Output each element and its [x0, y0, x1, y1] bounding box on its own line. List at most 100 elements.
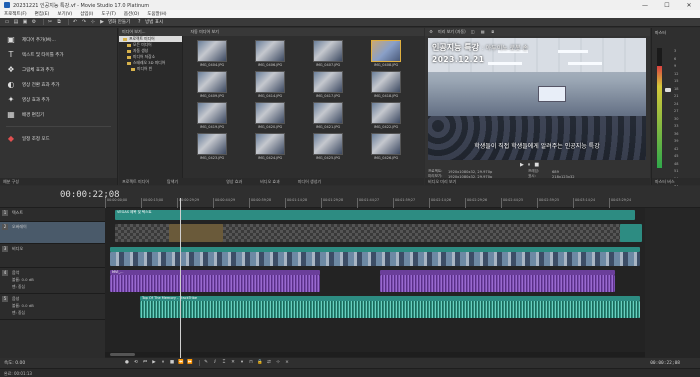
make-movie-button[interactable]: 영화 만들기 [108, 19, 130, 25]
minimize-button[interactable]: — [634, 0, 656, 10]
auto-crossfade-icon[interactable]: ⨯ [284, 360, 290, 366]
add-picture-effect-button[interactable]: ❖ 그림체 효과 추가 [0, 62, 117, 77]
overlay-clip[interactable] [169, 224, 631, 242]
text-clip[interactable]: VEGAS 제목 및 텍스트 [115, 210, 635, 220]
track-header-video[interactable]: 3 비디오 [0, 244, 105, 268]
redo-icon[interactable]: ↷ [81, 19, 87, 25]
add-media-button[interactable]: ▣ 제디어 추가(M)... [0, 32, 117, 47]
media-thumbnail[interactable]: IMG_0423.JPG [189, 133, 235, 164]
add-text-button[interactable]: T 텍스트 및 타이틀 추가 [0, 47, 117, 62]
pause-button[interactable]: ⏸ [528, 162, 531, 168]
snap-toggle-icon[interactable]: ⊹ [275, 360, 281, 366]
pan-control[interactable]: 팬: 중심 [12, 284, 25, 290]
split-screen-icon[interactable]: ◫ [470, 29, 476, 35]
snap-icon[interactable]: ⊹ [90, 19, 96, 25]
media-thumbnail[interactable]: IMG_0426.JPG [363, 133, 409, 164]
play-from-start-icon[interactable]: ⏮ [142, 360, 148, 366]
audio-clip-waveform[interactable] [380, 275, 615, 292]
menu-edit[interactable]: 편집(E) [35, 11, 50, 17]
tab-video-fx[interactable]: 영상 효과 [226, 179, 242, 185]
ripple-icon[interactable]: ⇄ [266, 360, 272, 366]
preview-quality-dropdown[interactable]: 미리 보기 (자동) [438, 29, 466, 35]
stop-icon[interactable]: ■ [169, 360, 175, 366]
edit-tool-icon[interactable]: ✎ [203, 360, 209, 366]
new-icon[interactable]: ▭ [4, 19, 10, 25]
media-thumbnail[interactable]: IMG_0419.JPG [189, 102, 235, 133]
menu-insert[interactable]: 삽입(I) [80, 11, 93, 17]
overlay-clip[interactable] [115, 224, 175, 242]
menu-tools[interactable]: 도구(T) [101, 11, 116, 17]
play-button[interactable]: ▶ [520, 162, 524, 168]
media-thumbnail[interactable]: IMG_0407.JPG [305, 40, 351, 71]
master-bus-tab[interactable]: 마스터 버스 [652, 178, 700, 185]
track-header-overlay[interactable]: 2 오버레이 [0, 222, 105, 244]
help-icon[interactable]: ? [136, 19, 142, 25]
close-button[interactable]: ✕ [678, 0, 700, 10]
region-icon[interactable]: ⊓ [248, 360, 254, 366]
background-editor-button[interactable]: ▦ 배경 편집기 [0, 107, 117, 122]
media-thumbnail[interactable]: IMG_0418.JPG [363, 71, 409, 102]
add-transition-button[interactable]: ◐ 영상 전환 효과 추가 [0, 77, 117, 92]
pan-control[interactable]: 팬: 중심 [12, 310, 25, 316]
record-icon[interactable]: ● [124, 360, 130, 366]
video-clip[interactable] [110, 252, 640, 266]
media-thumbnail[interactable]: IMG_0417.JPG [305, 71, 351, 102]
loop-icon[interactable]: ⟲ [133, 360, 139, 366]
media-thumbnail[interactable]: IMG_0422.JPG [363, 102, 409, 133]
delete-icon[interactable]: ✕ [230, 360, 236, 366]
save-icon[interactable]: ▣ [22, 19, 28, 25]
scroll-thumb[interactable] [110, 353, 135, 356]
open-icon[interactable]: ▤ [13, 19, 19, 25]
trim-icon[interactable]: ⌶ [221, 360, 227, 366]
undo-icon[interactable]: ↶ [72, 19, 78, 25]
master-fader[interactable] [665, 88, 671, 92]
preview-settings-icon[interactable]: ⚙ [428, 29, 434, 35]
track-header-voice[interactable]: 5 음성 볼륨: 0.0 dB 팬: 중심 [0, 294, 105, 320]
volume-control[interactable]: 볼륨: 0.0 dB [12, 277, 34, 283]
make-movie-icon[interactable]: ▶ [99, 19, 105, 25]
menu-help[interactable]: 도움말(H) [147, 11, 166, 17]
media-view-dropdown[interactable]: 미디어 보기... [122, 29, 146, 35]
horizontal-scrollbar[interactable] [105, 352, 645, 357]
stop-button[interactable]: ■ [534, 162, 539, 168]
media-thumbnail[interactable]: IMG_0421.JPG [305, 102, 351, 133]
add-video-effect-button[interactable]: ✦ 영상 효과 추가 [0, 92, 117, 107]
menu-file[interactable]: 프로젝트(F) [4, 11, 27, 17]
media-thumbnail[interactable]: IMG_0406.JPG [247, 40, 293, 71]
play-icon[interactable]: ▶ [151, 360, 157, 366]
menu-view[interactable]: 보기(V) [57, 11, 72, 17]
cut-icon[interactable]: ✂ [47, 19, 53, 25]
snapshot-icon[interactable]: ⧇ [490, 29, 496, 35]
maximize-button[interactable]: ☐ [656, 0, 678, 10]
copy-icon[interactable]: ⧉ [56, 19, 62, 25]
media-thumbnail[interactable]: IMG_0420.JPG [247, 102, 293, 133]
media-thumbnail[interactable]: IMG_0414.JPG [247, 71, 293, 102]
overlay-clip[interactable] [169, 224, 223, 242]
overlay-clip[interactable] [620, 224, 642, 242]
pause-icon[interactable]: ⏸ [160, 360, 166, 366]
track-header-music[interactable]: 4 음악 볼륨: 0.0 dB 팬: 중심 [0, 268, 105, 294]
time-ruler[interactable]: 00:00:00;00 00:00:15;00 00:00:29;29 00:00:4… [105, 198, 645, 208]
tab-video-preview[interactable]: 비디오 미리 보기 [428, 179, 456, 185]
audio-clip-waveform[interactable] [110, 275, 320, 292]
overlay-icon[interactable]: ▦ [480, 29, 486, 35]
show-me-button[interactable]: 방법 표시 [145, 19, 163, 25]
marker-icon[interactable]: ▾ [239, 360, 245, 366]
media-thumbnail[interactable]: IMG_0425.JPG [305, 133, 351, 164]
volume-control[interactable]: 볼륨: 0.0 dB [12, 303, 34, 309]
tab-explorer[interactable]: 탐색기 [167, 179, 178, 185]
voice-clip-waveform[interactable] [140, 301, 640, 318]
lock-icon[interactable]: 🔒 [257, 360, 263, 366]
tree-item[interactable]: 미디어 빈 [119, 66, 182, 72]
track-header-text[interactable]: 1 텍스트 [0, 208, 105, 222]
menu-options[interactable]: 옵션(O) [124, 11, 139, 17]
media-thumbnail[interactable]: IMG_0409.JPG [189, 71, 235, 102]
media-thumbnail[interactable]: IMG_0424.JPG [247, 133, 293, 164]
playhead[interactable] [180, 198, 181, 358]
go-end-icon[interactable]: ⏩ [187, 360, 193, 366]
media-thumbnail[interactable]: IMG_0404.JPG [189, 40, 235, 71]
tab-transitions[interactable]: 비디오 효과 [260, 179, 280, 185]
split-icon[interactable]: ⫽ [212, 360, 218, 366]
go-start-icon[interactable]: ⏪ [178, 360, 184, 366]
tab-media-generators[interactable]: 미디어 생성기 [298, 179, 321, 185]
